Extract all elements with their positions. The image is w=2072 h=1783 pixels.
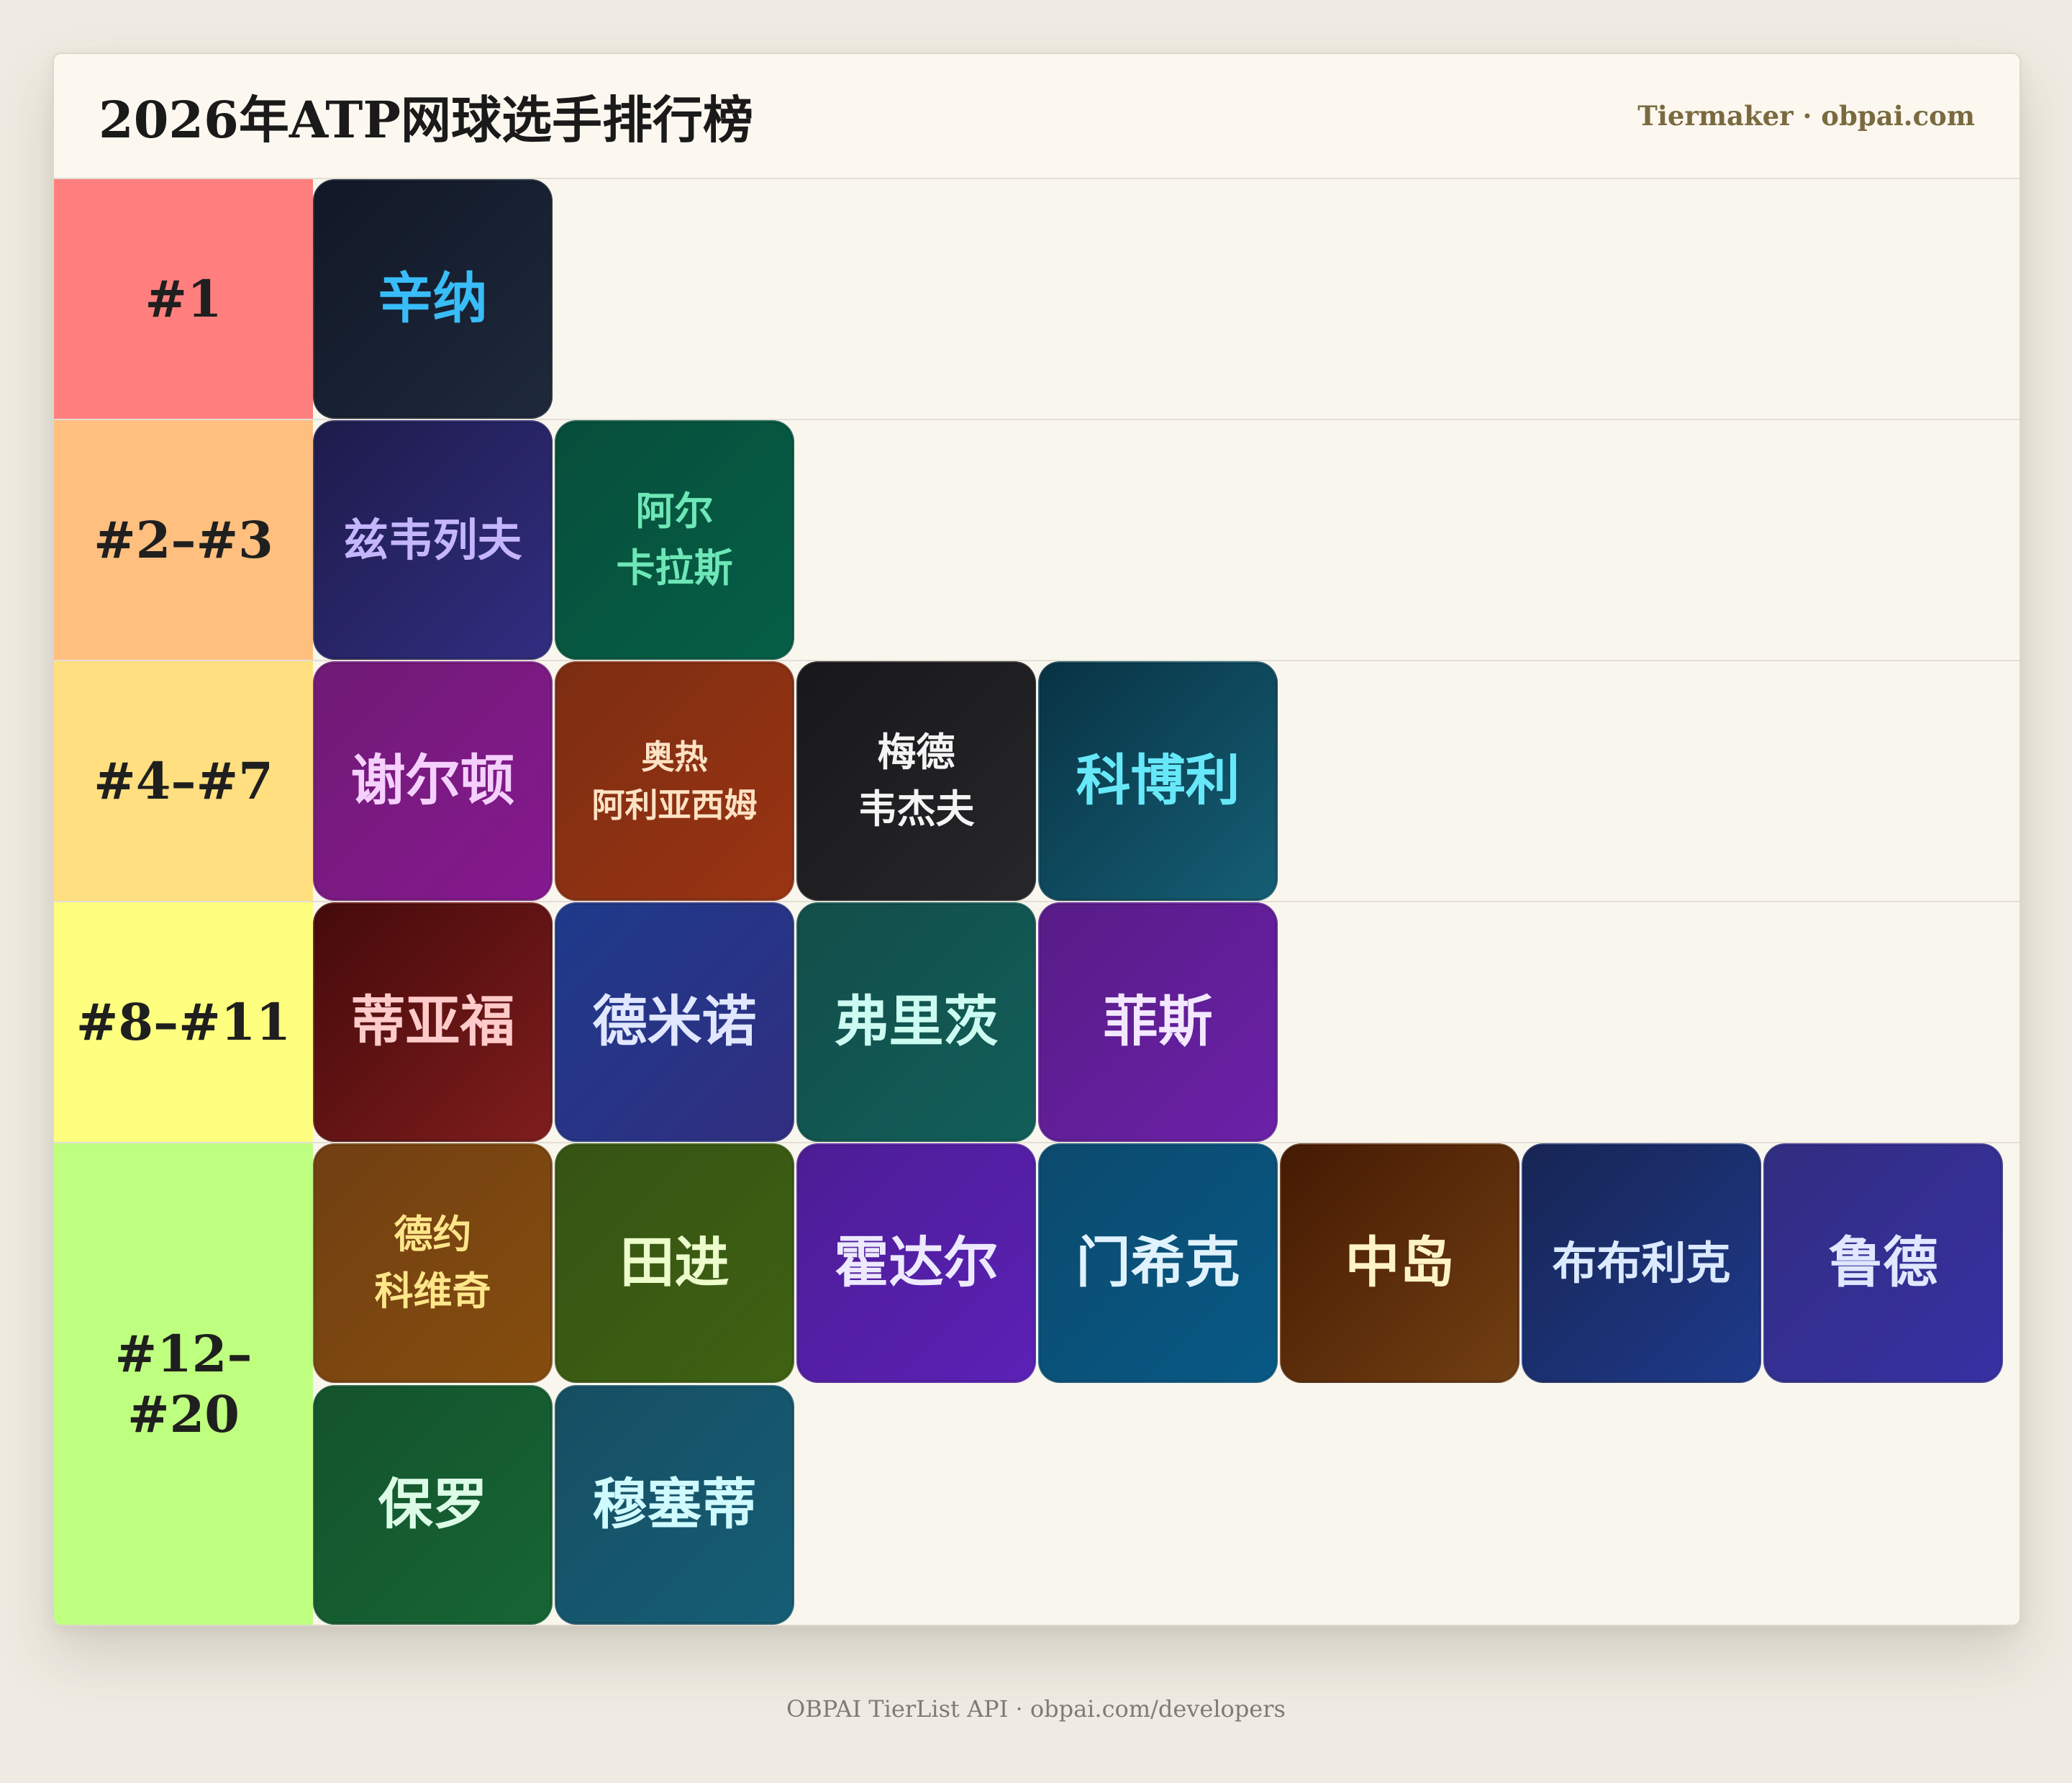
tier-items: 兹韦列夫 阿尔 卡拉斯 <box>313 420 2019 660</box>
player-card[interactable]: 中岛 <box>1280 1143 1519 1383</box>
player-card[interactable]: 门希克 <box>1038 1143 1278 1383</box>
player-card[interactable]: 德米诺 <box>555 902 794 1142</box>
player-card[interactable]: 保罗 <box>313 1385 553 1625</box>
player-card[interactable]: 奥热 阿利亚西姆 <box>555 661 794 901</box>
footer-text: OBPAI TierList API · obpai.com/developer… <box>786 1695 1286 1723</box>
tier-items: 辛纳 <box>313 179 2019 419</box>
player-card[interactable]: 梅德 韦杰夫 <box>796 661 1036 901</box>
tier-list-card: 2026年ATP网球选手排行榜 Tiermaker · obpai.com #1… <box>53 53 2021 1626</box>
tier-items: 蒂亚福 德米诺 弗里茨 菲斯 <box>313 902 2019 1142</box>
tier-row: #1 辛纳 <box>54 179 2019 420</box>
header: 2026年ATP网球选手排行榜 Tiermaker · obpai.com <box>54 54 2019 179</box>
tier-rows: #1 辛纳 #2–#3 兹韦列夫 阿尔 卡拉斯 #4–#7 谢尔顿 奥热 阿利亚西姆 梅德 韦杰… <box>54 179 2019 1625</box>
player-card[interactable]: 布布利克 <box>1522 1143 1761 1383</box>
player-card[interactable]: 穆塞蒂 <box>555 1385 794 1625</box>
tier-items: 德约 科维奇 田进 霍达尔 门希克 中岛 布布利克 鲁德保罗 穆塞蒂 <box>313 1143 2019 1625</box>
tier-row: #8–#11 蒂亚福 德米诺 弗里茨 菲斯 <box>54 902 2019 1143</box>
player-card[interactable]: 科博利 <box>1038 661 1278 901</box>
tier-items: 谢尔顿 奥热 阿利亚西姆 梅德 韦杰夫 科博利 <box>313 661 2019 901</box>
tier-label[interactable]: #8–#11 <box>54 902 313 1142</box>
player-card[interactable]: 兹韦列夫 <box>313 420 553 660</box>
player-card[interactable]: 阿尔 卡拉斯 <box>555 420 794 660</box>
tier-label[interactable]: #1 <box>54 179 313 419</box>
tier-row: #2–#3 兹韦列夫 阿尔 卡拉斯 <box>54 420 2019 661</box>
tier-label[interactable]: #12– #20 <box>54 1143 313 1625</box>
player-card[interactable]: 鲁德 <box>1763 1143 2003 1383</box>
player-card[interactable]: 谢尔顿 <box>313 661 553 901</box>
page-title: 2026年ATP网球选手排行榜 <box>99 89 754 150</box>
player-card[interactable]: 德约 科维奇 <box>313 1143 553 1383</box>
player-card[interactable]: 菲斯 <box>1038 902 1278 1142</box>
player-card[interactable]: 霍达尔 <box>796 1143 1036 1383</box>
player-card[interactable]: 田进 <box>555 1143 794 1383</box>
tier-label[interactable]: #4–#7 <box>54 661 313 901</box>
tier-label[interactable]: #2–#3 <box>54 420 313 660</box>
player-card[interactable]: 弗里茨 <box>796 902 1036 1142</box>
tier-row: #12– #20 德约 科维奇 田进 霍达尔 门希克 中岛 布布利克 鲁德保罗 穆塞蒂 <box>54 1143 2019 1625</box>
player-card[interactable]: 辛纳 <box>313 179 553 419</box>
brand-label: Tiermaker · obpai.com <box>1637 100 1975 132</box>
player-card[interactable]: 蒂亚福 <box>313 902 553 1142</box>
tier-row: #4–#7 谢尔顿 奥热 阿利亚西姆 梅德 韦杰夫 科博利 <box>54 661 2019 902</box>
